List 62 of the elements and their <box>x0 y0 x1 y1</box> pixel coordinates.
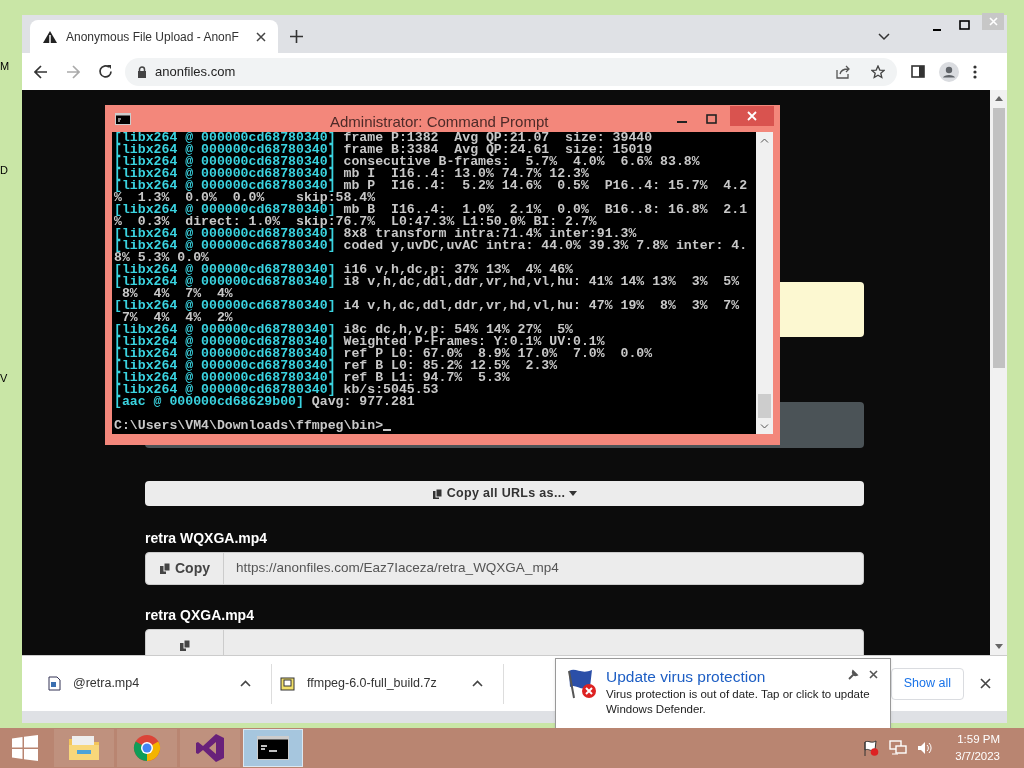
flag-icon[interactable] <box>863 740 880 756</box>
file-url: https://anonfiles.com/Eaz7Iaceza/retra_WQXGA_mp4 <box>236 559 559 578</box>
notification-message: Virus protection is out of date. Tap or click to update Windows Defender. <box>606 687 871 717</box>
notification-title: Update virus protection <box>606 667 766 687</box>
link-field[interactable]: Copy https://anonfiles.com/Eaz7Iaceza/retra_WQXGA_mp4 <box>145 552 864 585</box>
start-icon[interactable] <box>12 735 38 761</box>
file-name: retra WQXGA.mp4 <box>145 529 269 548</box>
window-title: Administrator: Command Prompt <box>330 112 549 132</box>
close-button[interactable] <box>730 106 774 126</box>
chrome-icon <box>133 734 161 762</box>
desktop-icon-label: D <box>0 163 8 178</box>
download-item[interactable]: ffmpeg-6.0-full_build.7z <box>272 663 504 704</box>
copy-icon <box>159 562 171 575</box>
pyramid-icon <box>42 29 58 44</box>
network-icon[interactable] <box>889 740 908 756</box>
close-icon[interactable] <box>980 678 991 689</box>
address-bar[interactable]: anonfiles.com <box>125 57 897 86</box>
notification-popup[interactable]: Update virus protection Virus protection is out of date. Tap or click to update Windows Defender. <box>555 658 891 730</box>
archive-icon <box>280 676 295 691</box>
console-icon <box>115 112 131 125</box>
chevron-up-icon[interactable] <box>472 680 483 687</box>
desktop-icon-label: V <box>0 371 8 386</box>
copy-all-button[interactable]: Copy all URLs as... <box>145 481 864 506</box>
back-icon[interactable] <box>34 64 48 79</box>
link-field[interactable] <box>145 629 864 655</box>
console-output: [libx264 @ 000000cd68780340] frame P:1382 Avg QP:21.07 size: 39440 [libx264 @ 000000cd68780340] frame B:3384 Avg QP:24.61 size: 15019 [libx264 @ 000000cd68780340] consecutive B-frames: 5.7% 4.0% 6.6% 83.8% [libx264 @ 000000cd68780340] mb I I16..4: 13.0% 74.7% 12.3% [libx264 @ 000000cd68780340] mb P I16..4: 5.2% 14.6% 0.5% P16..4: 15.7% 4.2 % 1.3% 0.0% 0.0% skip:58.4% [libx264 @ 000000cd68780340] mb B I16..4: 1.0% 2.1% 0.0% B16..8: 16.8% 2.1 % 0.3% direct: 1.0% skip:76.7% L0:47.3% L1:50.0% BI: 2.7% [libx264 @ 000000cd68780340] 8x8 transform intra:71.4% inter:91.3% [libx264 @ 000000cd68780340] coded y,uvDC,uvAC intra: 44.0% 39.3% 7.8% inter: 4. 8% 5.3% 0.0% [libx264 @ 000000cd68780340] i16 v,h,dc,p: 37% 13% 4% 46% [libx264 @ 000000cd68780340] i8 v,h,dc,ddl,ddr,vr,hd,vl,hu: 41% 14% 13% 3% 5% 8% 4% 7% 4% [libx264 @ 000000cd68780340] i4 v,h,dc,ddl,ddr,vr,hd,vl,hu: 47% 19% 8% 3% 7% 7% 4% 4% 2% [libx264 @ 000000cd68780340] i8c dc,h,v,p: 54% 14% 27% 5% [libx264 @ 000000cd68780340] Weighted P-Frames: Y:0.1% UV:0.1% [libx264 @ 000000cd68780340] ref P L0: 67.0% 8.9% 17.0% 7.0% 0.0% [libx264 @ 000000cd68780340] ref B L0: 85.2% 12.5% 2.3% [libx264 @ 000000cd68780340] ref B L1: 94.7% 5.3% [libx264 @ 000000cd68780340] kb/s:5045.53 [aac @ 000000cd68629b00] Qavg: 977.281 C:\Users\VM4\Downloads\ffmpeg\bin> <box>113 132 749 434</box>
scroll-down-icon[interactable] <box>994 644 1003 649</box>
folder-icon <box>68 734 100 762</box>
share-icon[interactable] <box>836 64 851 79</box>
menu-icon[interactable] <box>973 64 977 79</box>
studio-icon <box>195 733 225 763</box>
volume-icon[interactable] <box>917 741 934 755</box>
reload-icon[interactable] <box>98 64 113 79</box>
scroll-thumb[interactable] <box>992 108 1005 368</box>
file-icon <box>48 676 61 691</box>
maximize-icon[interactable] <box>706 113 717 124</box>
download-item[interactable]: @retra.mp4 <box>40 663 272 704</box>
copy-button[interactable]: Copy <box>146 553 224 584</box>
scroll-thumb[interactable] <box>758 394 771 418</box>
copy-icon <box>431 487 443 500</box>
scrollbar[interactable] <box>990 90 1007 655</box>
browser-tab[interactable]: Anonymous File Upload - AnonF <box>30 20 278 53</box>
new-tab-icon[interactable] <box>290 30 303 43</box>
wrench-icon[interactable] <box>848 669 859 680</box>
taskbar-button[interactable] <box>243 729 303 767</box>
star-icon[interactable] <box>871 64 885 79</box>
scroll-up-icon[interactable] <box>994 96 1003 101</box>
console-scrollbar[interactable] <box>756 132 773 434</box>
desktop-icon-label: M <box>0 59 10 74</box>
lock-icon <box>137 65 147 78</box>
close-icon[interactable] <box>869 670 878 679</box>
maximize-icon[interactable] <box>959 20 970 30</box>
profile-icon[interactable] <box>939 61 959 82</box>
console-icon <box>257 736 289 760</box>
copy-icon <box>178 639 191 652</box>
caret-icon <box>569 491 578 496</box>
side-panel-icon[interactable] <box>911 65 925 78</box>
close-icon[interactable] <box>256 31 266 42</box>
flag-icon <box>566 667 598 699</box>
chevron-down-icon[interactable] <box>878 33 890 41</box>
chevron-up-icon[interactable] <box>240 680 251 687</box>
file-name: retra QXGA.mp4 <box>145 606 255 625</box>
